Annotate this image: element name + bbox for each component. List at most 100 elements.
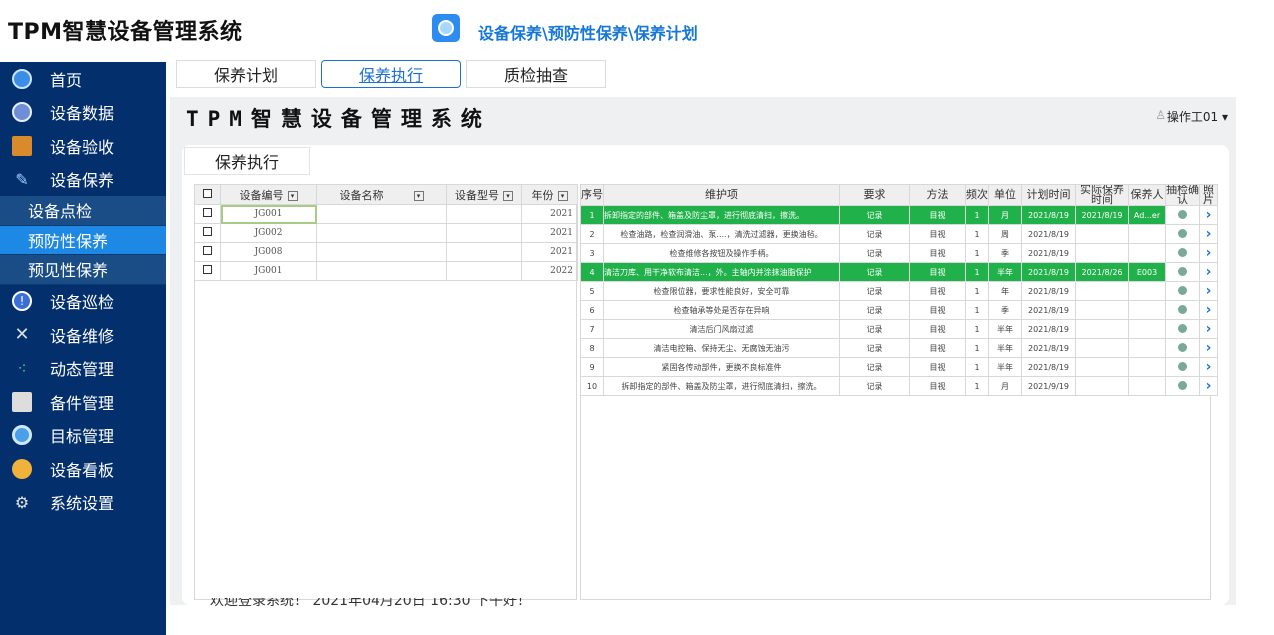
cell-frequency[interactable]: 1 bbox=[965, 300, 989, 320]
cell-model[interactable] bbox=[446, 223, 522, 243]
sidebar-item-target[interactable]: 目标管理 bbox=[0, 419, 166, 453]
table-row[interactable]: JG002 2021 bbox=[194, 223, 578, 243]
cell-actual-time[interactable]: 2021/8/19 bbox=[1075, 205, 1129, 225]
cell-plan-time[interactable]: 2021/8/19 bbox=[1021, 300, 1076, 320]
cell-no[interactable]: 3 bbox=[580, 243, 604, 263]
sample-confirm-status[interactable] bbox=[1165, 338, 1200, 358]
cell-person[interactable] bbox=[1128, 376, 1166, 396]
cell-frequency[interactable]: 1 bbox=[965, 357, 989, 377]
table-row[interactable]: 5 检查限位器，要求性能良好，安全可靠 记录 目视 1 年 2021/8/19 › bbox=[580, 281, 1218, 301]
cell-item[interactable]: 检查维修各按钮及操作手柄。 bbox=[603, 243, 840, 263]
cell-item[interactable]: 清洁刀库、用干净软布清洁...，外。主轴内并涂抹油脂保护 bbox=[603, 262, 840, 282]
sidebar-item-home[interactable]: 首页 bbox=[0, 62, 166, 96]
cell-item[interactable]: 检查轴承等处是否存在异响 bbox=[603, 300, 840, 320]
sample-confirm-status[interactable] bbox=[1165, 357, 1200, 377]
photo-link[interactable]: › bbox=[1199, 338, 1218, 358]
cell-unit[interactable]: 月 bbox=[988, 376, 1022, 396]
cell-frequency[interactable]: 1 bbox=[965, 281, 989, 301]
sample-confirm-status[interactable] bbox=[1165, 376, 1200, 396]
sidebar-item-spares[interactable]: 备件管理 bbox=[0, 385, 166, 419]
cell-method[interactable]: 目视 bbox=[909, 338, 966, 358]
cell-requirement[interactable]: 记录 bbox=[839, 357, 910, 377]
cell-item[interactable]: 紧固各传动部件，更换不良标准件 bbox=[603, 357, 840, 377]
cell-person[interactable] bbox=[1128, 224, 1166, 244]
cell-person[interactable] bbox=[1128, 300, 1166, 320]
cell-method[interactable]: 目视 bbox=[909, 243, 966, 263]
row-checkbox[interactable] bbox=[194, 242, 221, 262]
row-checkbox[interactable] bbox=[194, 204, 221, 224]
cell-person[interactable]: E003 bbox=[1128, 262, 1166, 282]
cell-item[interactable]: 清洁后门风扇过滤 bbox=[603, 319, 840, 339]
table-row[interactable]: 8 清洁电控箱、保持无尘、无腐蚀无油污 记录 目视 1 半年 2021/8/19 › bbox=[580, 338, 1218, 358]
table-row[interactable]: JG001 2022 bbox=[194, 261, 578, 281]
cell-year[interactable]: 2021 bbox=[521, 242, 578, 262]
cell-plan-time[interactable]: 2021/8/19 bbox=[1021, 243, 1076, 263]
photo-link[interactable]: › bbox=[1199, 281, 1218, 301]
cell-model[interactable] bbox=[446, 204, 522, 224]
cell-unit[interactable]: 季 bbox=[988, 300, 1022, 320]
cell-item[interactable]: 拆卸指定的部件、箱盖及防尘罩，进行彻底清扫，擦洗。 bbox=[603, 205, 840, 225]
cell-method[interactable]: 目视 bbox=[909, 376, 966, 396]
sample-confirm-status[interactable] bbox=[1165, 243, 1200, 263]
cell-method[interactable]: 目视 bbox=[909, 281, 966, 301]
photo-link[interactable]: › bbox=[1199, 376, 1218, 396]
sidebar-subitem-spot-check[interactable]: 设备点检 bbox=[0, 196, 166, 226]
cell-code[interactable]: JG001 bbox=[220, 204, 317, 224]
cell-frequency[interactable]: 1 bbox=[965, 205, 989, 225]
sample-confirm-status[interactable] bbox=[1165, 224, 1200, 244]
cell-plan-time[interactable]: 2021/8/19 bbox=[1021, 224, 1076, 244]
cell-unit[interactable]: 半年 bbox=[988, 338, 1022, 358]
sidebar-item-acceptance[interactable]: 设备验收 bbox=[0, 129, 166, 163]
photo-link[interactable]: › bbox=[1199, 357, 1218, 377]
cell-plan-time[interactable]: 2021/8/19 bbox=[1021, 205, 1076, 225]
cell-no[interactable]: 8 bbox=[580, 338, 604, 358]
filter-icon[interactable]: ▾ bbox=[503, 190, 513, 201]
cell-frequency[interactable]: 1 bbox=[965, 338, 989, 358]
sidebar-item-dynamic[interactable]: ⁖ 动态管理 bbox=[0, 352, 166, 386]
cell-no[interactable]: 10 bbox=[580, 376, 604, 396]
photo-link[interactable]: › bbox=[1199, 319, 1218, 339]
cell-no[interactable]: 4 bbox=[580, 262, 604, 282]
cell-frequency[interactable]: 1 bbox=[965, 224, 989, 244]
cell-requirement[interactable]: 记录 bbox=[839, 262, 910, 282]
cell-person[interactable] bbox=[1128, 338, 1166, 358]
table-row[interactable]: 2 检查油路，检查润滑油、泵....，清洗过滤器，更换油毡。 记录 目视 1 周 2021/… bbox=[580, 224, 1218, 244]
cell-unit[interactable]: 半年 bbox=[988, 262, 1022, 282]
cell-requirement[interactable]: 记录 bbox=[839, 243, 910, 263]
col-header-model[interactable]: 设备型号 ▾ bbox=[446, 184, 522, 205]
sidebar-item-repair[interactable]: ✕ 设备维修 bbox=[0, 318, 166, 352]
cell-person[interactable] bbox=[1128, 281, 1166, 301]
cell-person[interactable]: Ad...er bbox=[1128, 205, 1166, 225]
cell-item[interactable]: 检查油路，检查润滑油、泵....，清洗过滤器，更换油毡。 bbox=[603, 224, 840, 244]
table-row[interactable]: 10 拆卸指定的部件、箱盖及防尘罩，进行彻底清扫，擦洗。 记录 目视 1 月 2021/9/… bbox=[580, 376, 1218, 396]
col-header-code[interactable]: 设备编号 ▾ bbox=[220, 184, 317, 205]
cell-name[interactable] bbox=[316, 223, 447, 243]
cell-person[interactable] bbox=[1128, 357, 1166, 377]
cell-name[interactable] bbox=[316, 242, 447, 262]
cell-method[interactable]: 目视 bbox=[909, 357, 966, 377]
cell-frequency[interactable]: 1 bbox=[965, 319, 989, 339]
cell-unit[interactable]: 周 bbox=[988, 224, 1022, 244]
cell-code[interactable]: JG008 bbox=[220, 242, 317, 262]
tab-quality-check[interactable]: 质检抽查 bbox=[466, 60, 606, 88]
cell-no[interactable]: 7 bbox=[580, 319, 604, 339]
cell-method[interactable]: 目视 bbox=[909, 224, 966, 244]
cell-no[interactable]: 1 bbox=[580, 205, 604, 225]
sidebar-item-dashboard[interactable]: 设备看板 bbox=[0, 452, 166, 486]
sidebar-subitem-predictive[interactable]: 预见性保养 bbox=[0, 255, 166, 285]
cell-requirement[interactable]: 记录 bbox=[839, 205, 910, 225]
cell-unit[interactable]: 月 bbox=[988, 205, 1022, 225]
sample-confirm-status[interactable] bbox=[1165, 319, 1200, 339]
cell-actual-time[interactable] bbox=[1075, 338, 1129, 358]
table-row[interactable]: 7 清洁后门风扇过滤 记录 目视 1 半年 2021/8/19 › bbox=[580, 319, 1218, 339]
cell-year[interactable]: 2021 bbox=[521, 204, 578, 224]
cell-requirement[interactable]: 记录 bbox=[839, 281, 910, 301]
cell-plan-time[interactable]: 2021/8/19 bbox=[1021, 338, 1076, 358]
cell-item[interactable]: 检查限位器，要求性能良好，安全可靠 bbox=[603, 281, 840, 301]
cell-requirement[interactable]: 记录 bbox=[839, 319, 910, 339]
cell-plan-time[interactable]: 2021/9/19 bbox=[1021, 376, 1076, 396]
cell-model[interactable] bbox=[446, 261, 522, 281]
tab-execute[interactable]: 保养执行 bbox=[321, 60, 461, 88]
sample-confirm-status[interactable] bbox=[1165, 262, 1200, 282]
cell-no[interactable]: 6 bbox=[580, 300, 604, 320]
